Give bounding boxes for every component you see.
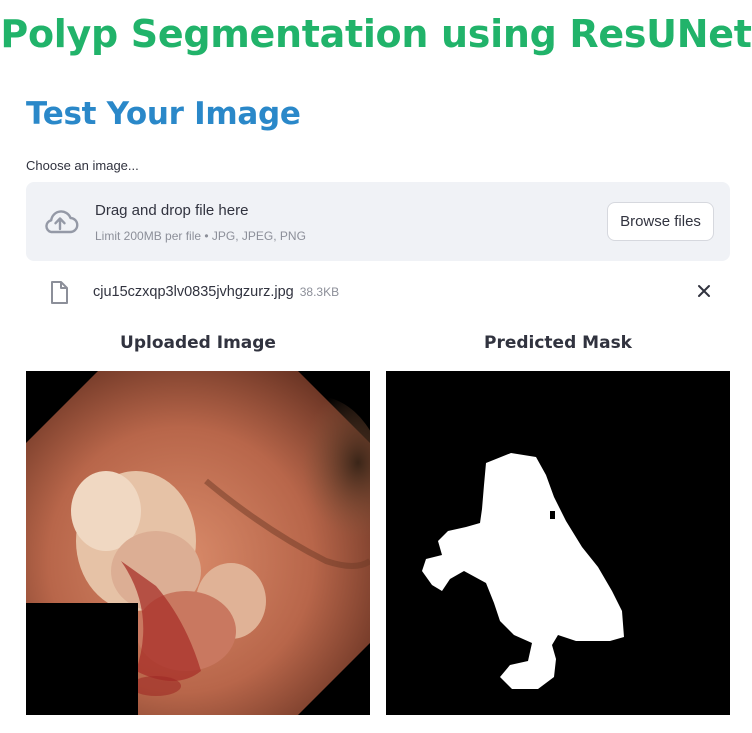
page-title: Polyp Segmentation using ResUNet: [0, 12, 752, 56]
file-name-text: cju15czxqp3lv0835jvhgzurz.jpg: [93, 284, 294, 300]
file-icon: [51, 281, 68, 304]
uploaded-image-caption: Uploaded Image: [120, 333, 276, 353]
uploaded-image: [26, 371, 370, 715]
uploader-label: Choose an image...: [26, 158, 139, 173]
file-dropzone[interactable]: Drag and drop file here Limit 200MB per …: [26, 182, 730, 261]
section-subheader: Test Your Image: [26, 96, 301, 132]
file-size: 38.3KB: [299, 285, 340, 299]
predicted-mask-caption: Predicted Mask: [483, 333, 632, 353]
browse-files-button[interactable]: Browse files: [607, 202, 714, 241]
close-icon[interactable]: [696, 283, 712, 299]
uploaded-file-name: cju15czxqp3lv0835jvhgzurz.jpg 38.3KB: [93, 284, 339, 300]
uploaded-file-item: cju15czxqp3lv0835jvhgzurz.jpg 38.3KB: [26, 277, 730, 309]
cloud-upload-icon: [45, 210, 79, 234]
dropzone-instructions: Drag and drop file here: [95, 202, 249, 219]
predicted-mask-image: [386, 371, 730, 715]
dropzone-limit-text: Limit 200MB per file • JPG, JPEG, PNG: [95, 229, 306, 243]
